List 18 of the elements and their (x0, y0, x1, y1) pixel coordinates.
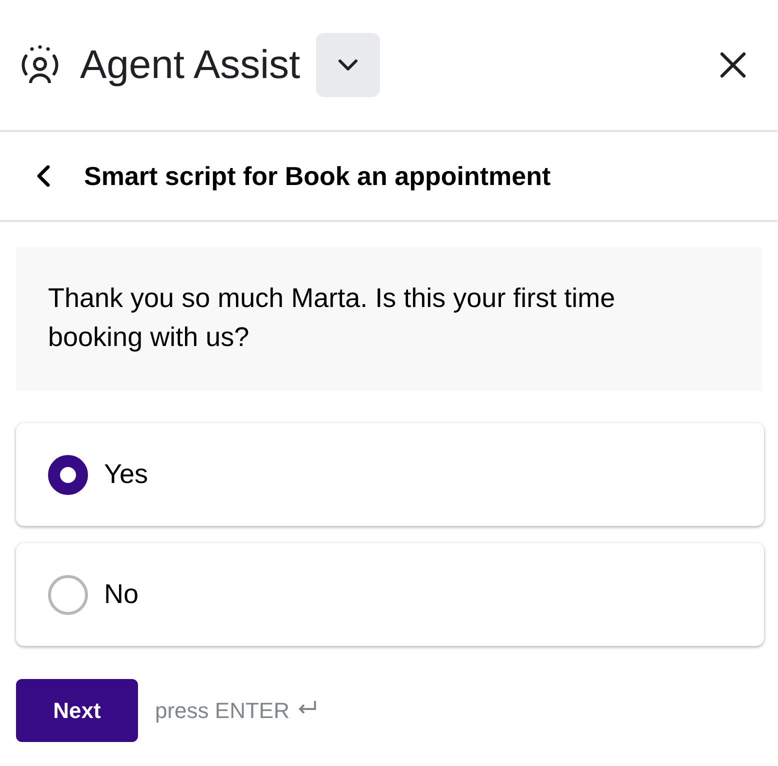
prompt-text: Thank you so much Marta. Is this your first time booking with us? (48, 282, 616, 354)
next-button[interactable]: Next (16, 679, 138, 742)
chevron-left-icon (36, 165, 50, 187)
return-key-icon (297, 700, 318, 716)
option-label: No (104, 579, 139, 610)
answer-option[interactable]: Yes (16, 423, 764, 526)
agent-person-icon (20, 45, 60, 85)
app-title: Agent Assist (80, 42, 300, 88)
keyboard-hint: press ENTER (155, 698, 290, 724)
close-icon (720, 52, 746, 78)
script-title: Smart script for Book an appointment (84, 160, 551, 192)
close-button[interactable] (720, 52, 746, 78)
back-button[interactable] (36, 165, 50, 187)
radio-selected-icon[interactable] (48, 454, 88, 494)
chevron-down-icon (338, 59, 358, 71)
answer-option[interactable]: No (16, 543, 764, 646)
radio-unselected-icon[interactable] (48, 574, 88, 614)
option-label: Yes (104, 459, 148, 490)
